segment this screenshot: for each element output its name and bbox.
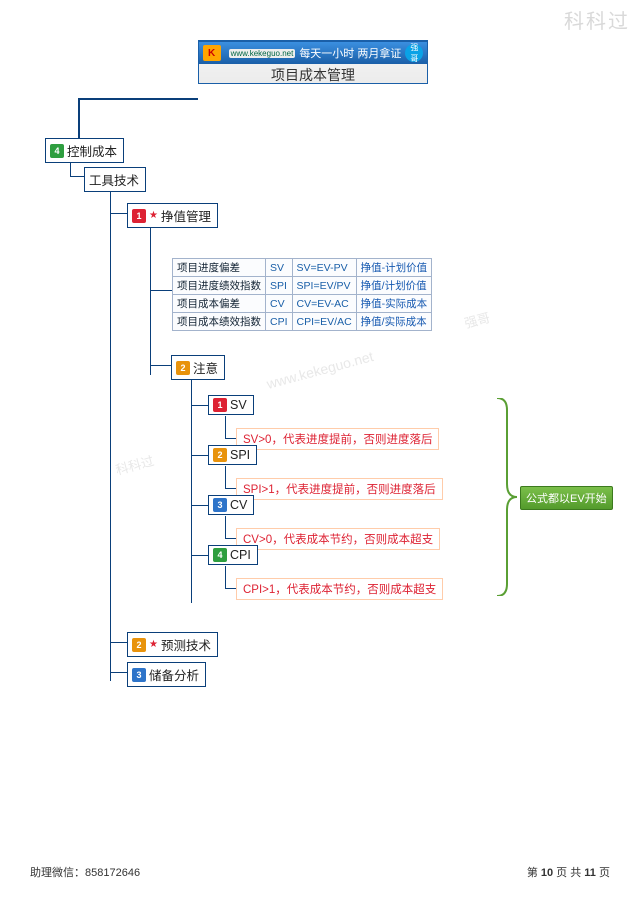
connector [191,505,209,506]
index-badge: 2 [132,638,146,652]
connector [191,405,209,406]
rule-sv: SV>0，代表进度提前，否则进度落后 [236,428,439,450]
node-label: 挣值管理 [161,206,211,225]
cell: CV [266,295,293,313]
cell: 挣值-计划价值 [356,259,432,277]
connector [191,375,192,603]
index-badge: 3 [132,668,146,682]
cell: SPI=EV/PV [292,277,356,295]
connector [225,466,226,488]
watermark-qg: 强哥 [462,307,492,332]
cell: 挣值-实际成本 [356,295,432,313]
node-label: 预测技术 [161,635,211,654]
index-badge: 4 [213,548,227,562]
rule-cpi: CPI>1，代表成本节约，否则成本超支 [236,578,443,600]
node-label: 注意 [193,358,218,377]
brace-icon [495,398,517,596]
star-icon: ★ [149,639,158,650]
watermark-center: www.kekeguo.net [265,348,375,392]
node-label: SPI [230,448,250,462]
connector [225,416,226,438]
node-evm: 1 ★ 挣值管理 [127,203,218,228]
cell: CPI [266,313,293,331]
connector [110,642,128,643]
footer-page: 10 [541,867,553,879]
cell: SV=EV-PV [292,259,356,277]
connector [110,188,111,681]
node-sv: 1 SV [208,395,254,415]
connector [70,176,85,177]
cell: 项目进度绩效指数 [173,277,266,295]
node-label: SV [230,398,247,412]
footer-text: 第 [527,867,541,879]
index-badge: 2 [213,448,227,462]
node-control-cost: 4 控制成本 [45,138,124,163]
cell: 项目进度偏差 [173,259,266,277]
cell: SV [266,259,293,277]
title-badge-icon: 强 哥 [405,44,423,62]
connector [150,365,172,366]
node-tools: 工具技术 [84,167,146,192]
index-badge: 3 [213,498,227,512]
watermark-top-right: 科科过 [564,5,630,34]
title-main: 项目成本管理 [199,64,427,86]
node-label: 控制成本 [67,141,117,160]
node-cv: 3 CV [208,495,254,515]
index-badge: 2 [176,361,190,375]
title-url: www.kekeguo.net [229,49,296,58]
node-note: 2 注意 [171,355,225,380]
connector [150,290,172,291]
title-strip: K www.kekeguo.net 每天一小时 两月拿证 强 哥 [199,42,427,64]
node-label: 工具技术 [89,170,139,189]
cell: SPI [266,277,293,295]
cell: 项目成本绩效指数 [173,313,266,331]
node-label: CV [230,498,247,512]
node-reserve: 3 储备分析 [127,662,206,687]
node-forecast: 2 ★ 预测技术 [127,632,218,657]
footer-text: 页 [596,867,610,879]
cell: 挣值/计划价值 [356,277,432,295]
connector [191,555,209,556]
title-card: K www.kekeguo.net 每天一小时 两月拿证 强 哥 项目成本管理 [198,40,428,84]
node-label: CPI [230,548,251,562]
cell: CPI=EV/AC [292,313,356,331]
cell: 项目成本偏差 [173,295,266,313]
star-icon: ★ [149,210,158,221]
logo-icon: K [203,45,221,61]
cell: CV=EV-AC [292,295,356,313]
connector [110,213,128,214]
node-spi: 2 SPI [208,445,257,465]
connector [150,225,151,375]
index-badge: 1 [213,398,227,412]
footer-right: 第 10 页 共 11 页 [527,864,610,880]
index-badge: 1 [132,209,146,223]
connector [110,672,128,673]
connector [225,566,226,588]
footer-total: 11 [584,867,596,879]
side-note: 公式都以EV开始 [520,486,613,510]
node-cpi: 4 CPI [208,545,258,565]
watermark-kk: 科科过 [113,450,156,478]
rule-cv: CV>0，代表成本节约，否则成本超支 [236,528,440,550]
rule-spi: SPI>1，代表进度提前，否则进度落后 [236,478,443,500]
footer-left: 助理微信：858172646 [30,864,140,880]
index-badge: 4 [50,144,64,158]
connector [78,98,80,143]
connector [191,455,209,456]
title-slogan: 每天一小时 两月拿证 [299,45,401,61]
node-label: 储备分析 [149,665,199,684]
evm-table: 项目进度偏差SVSV=EV-PV挣值-计划价值 项目进度绩效指数SPISPI=E… [172,258,432,331]
connector [78,98,198,100]
footer-text: 页 共 [553,867,584,879]
page: 科科过 www.kekeguo.net 科科过 强哥 K www.kekeguo… [0,0,640,905]
cell: 挣值/实际成本 [356,313,432,331]
connector [225,516,226,538]
